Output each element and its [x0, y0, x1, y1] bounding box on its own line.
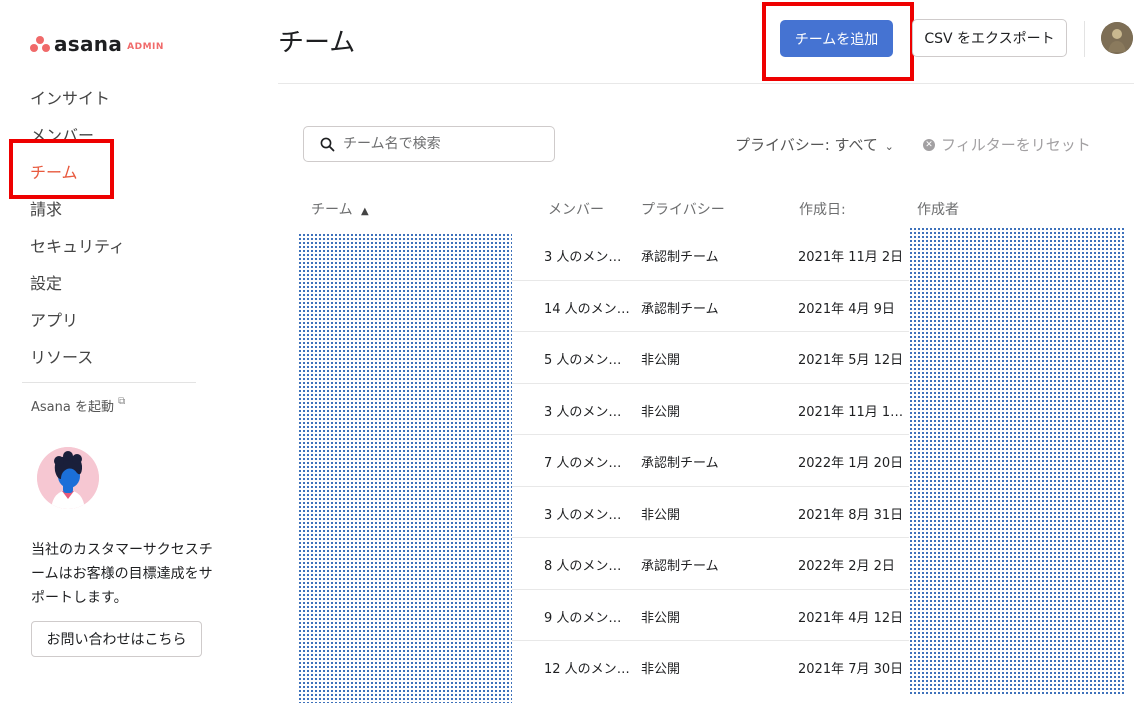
privacy-cell: 非公開: [641, 662, 681, 677]
table-row[interactable]: 5 人のメンバー 非公開 2021年 5月 12日: [512, 331, 909, 383]
highlight-box-teams: [9, 139, 114, 199]
row-divider: [512, 331, 909, 332]
table-row[interactable]: 12 人のメンバー 非公開 2021年 7月 30日: [512, 640, 909, 692]
sidebar-item-apps[interactable]: アプリ: [30, 302, 200, 339]
highlight-box-add-team: [762, 2, 914, 81]
asana-logo-icon: [30, 36, 50, 52]
member-count-cell: 8 人のメンバー: [544, 559, 634, 574]
sidebar-item-security[interactable]: セキュリティ: [30, 228, 200, 265]
external-link-icon: ⧉: [118, 396, 126, 407]
member-count-cell: 5 人のメンバー: [544, 353, 634, 368]
launch-asana-label: Asana を起動: [31, 400, 114, 415]
created-date-cell: 2021年 4月 9日: [798, 302, 895, 317]
row-divider: [512, 589, 909, 590]
table-row[interactable]: 3 人のメンバー 承認制チーム 2021年 11月 2日: [512, 228, 909, 280]
privacy-filter-label: プライバシー: すべて: [735, 136, 878, 154]
member-count-cell: 7 人のメンバー: [544, 456, 634, 471]
sidebar-nav: インサイト メンバー チーム 請求 セキュリティ 設定 アプリ リソース: [30, 80, 200, 376]
table-row[interactable]: 14 人のメンバー 承認制チーム 2021年 4月 9日: [512, 280, 909, 332]
chevron-down-icon: ⌄: [884, 140, 894, 153]
privacy-filter-dropdown[interactable]: プライバシー: すべて ⌄: [735, 134, 894, 155]
row-divider: [512, 640, 909, 641]
member-count-cell: 3 人のメンバー: [544, 405, 634, 420]
column-header-creator[interactable]: 作成者: [917, 199, 959, 219]
admin-badge: ADMIN: [127, 42, 164, 52]
row-divider: [512, 434, 909, 435]
sort-ascending-icon: ▲: [361, 206, 369, 217]
row-divider: [512, 486, 909, 487]
sidebar-item-settings[interactable]: 設定: [30, 265, 200, 302]
sidebar: asana ADMIN インサイト メンバー チーム 請求 セキュリティ 設定 アプリ リソー…: [0, 0, 220, 703]
member-count-cell: 9 人のメンバー: [544, 611, 634, 626]
member-count-cell: 3 人のメンバー: [544, 508, 634, 523]
privacy-cell: 非公開: [641, 405, 681, 420]
created-date-cell: 2021年 4月 12日: [798, 611, 904, 626]
header-divider: [1084, 21, 1085, 57]
privacy-cell: 承認制チーム: [641, 302, 719, 317]
column-header-members[interactable]: メンバー: [548, 199, 604, 219]
member-count-cell: 12 人のメンバー: [544, 662, 634, 677]
customer-success-illustration: [37, 447, 99, 509]
created-date-cell: 2021年 11月 2日: [798, 250, 904, 265]
redacted-creators: [909, 227, 1124, 694]
page-title: チーム: [278, 28, 356, 58]
table-row[interactable]: 3 人のメンバー 非公開 2021年 11月 19日: [512, 383, 909, 435]
member-count-cell: 3 人のメンバー: [544, 250, 634, 265]
created-date-cell: 2022年 2月 2日: [798, 559, 895, 574]
reset-filter-button[interactable]: ✕ フィルターをリセット: [923, 134, 1091, 155]
user-avatar[interactable]: [1101, 22, 1133, 54]
privacy-cell: 非公開: [641, 353, 681, 368]
row-divider: [512, 383, 909, 384]
header-underline: [278, 83, 1134, 84]
team-search[interactable]: [303, 126, 555, 162]
table-row[interactable]: 8 人のメンバー 承認制チーム 2022年 2月 2日: [512, 537, 909, 589]
sidebar-item-resources[interactable]: リソース: [30, 339, 200, 376]
table-row[interactable]: 9 人のメンバー 非公開 2021年 4月 12日: [512, 589, 909, 641]
reset-filter-label: フィルターをリセット: [941, 136, 1091, 154]
search-icon: [320, 137, 335, 151]
privacy-cell: 承認制チーム: [641, 559, 719, 574]
column-header-team-label: チーム: [311, 202, 353, 218]
team-search-input[interactable]: [343, 136, 543, 152]
sidebar-item-insights[interactable]: インサイト: [30, 80, 200, 117]
customer-success-text: 当社のカスタマーサクセスチームはお客様の目標達成をサポートします。: [31, 542, 213, 606]
contact-us-button[interactable]: お問い合わせはこちら: [31, 621, 202, 657]
clear-icon: ✕: [923, 138, 935, 151]
privacy-cell: 承認制チーム: [641, 250, 719, 265]
export-csv-button[interactable]: CSV をエクスポート: [912, 19, 1067, 57]
column-header-team[interactable]: チーム ▲: [311, 199, 369, 219]
created-date-cell: 2021年 5月 12日: [798, 353, 904, 368]
privacy-cell: 非公開: [641, 611, 681, 626]
row-divider: [512, 537, 909, 538]
table-row[interactable]: 7 人のメンバー 承認制チーム 2022年 1月 20日: [512, 434, 909, 486]
table-row[interactable]: 3 人のメンバー 非公開 2021年 8月 31日: [512, 486, 909, 538]
created-date-cell: 2021年 11月 19日: [798, 405, 909, 420]
logo-text: asana: [54, 32, 123, 56]
sidebar-divider: [22, 382, 196, 383]
column-header-created[interactable]: 作成日:: [799, 199, 846, 219]
created-date-cell: 2021年 8月 31日: [798, 508, 904, 523]
asana-logo[interactable]: asana ADMIN: [30, 32, 164, 56]
privacy-cell: 承認制チーム: [641, 456, 719, 471]
created-date-cell: 2021年 7月 30日: [798, 662, 904, 677]
redacted-team-names: [298, 233, 512, 703]
column-header-privacy[interactable]: プライバシー: [641, 199, 725, 219]
launch-asana-link[interactable]: Asana を起動 ⧉: [31, 396, 125, 415]
created-date-cell: 2022年 1月 20日: [798, 456, 904, 471]
row-divider: [512, 280, 909, 281]
member-count-cell: 14 人のメンバー: [544, 302, 634, 317]
privacy-cell: 非公開: [641, 508, 681, 523]
